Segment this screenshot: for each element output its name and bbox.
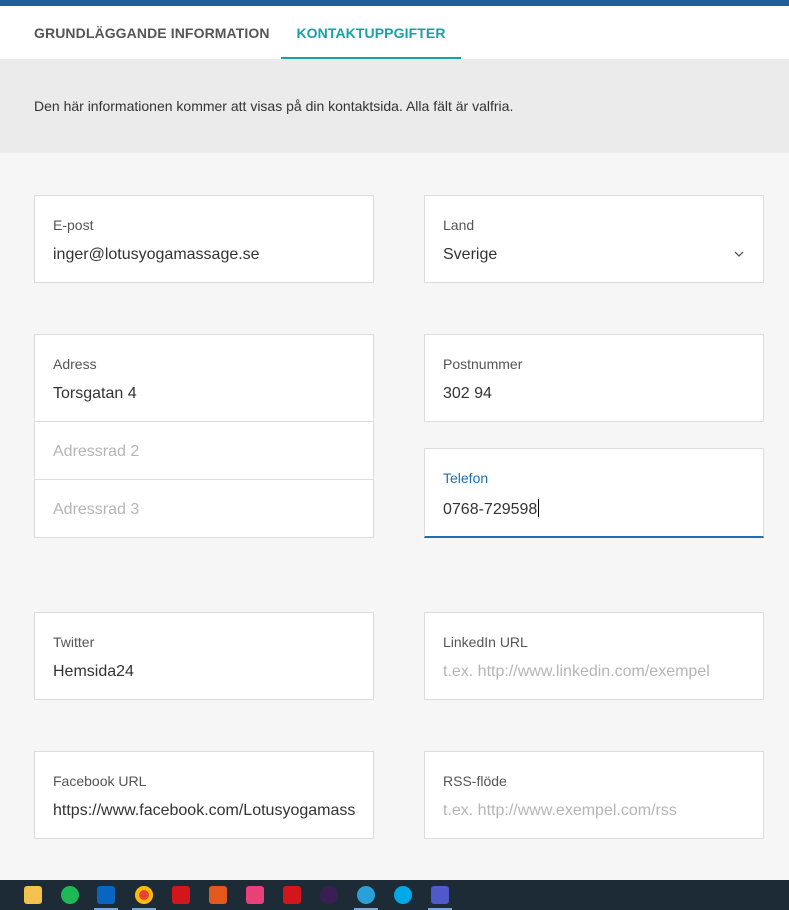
postal-code-field[interactable]: Postnummer 302 94 [424,334,764,422]
address-field[interactable]: Adress Torsgatan 4 [34,334,374,422]
creative-cloud-icon[interactable] [246,886,264,904]
phone-value-wrap[interactable]: 0768-729598 [443,499,745,519]
linkedin-field[interactable]: LinkedIn URL t.ex. http://www.linkedin.c… [424,612,764,700]
chevron-down-icon[interactable] [733,248,745,260]
address-label: Adress [53,356,97,372]
rss-field[interactable]: RSS-flöde t.ex. http://www.exempel.com/r… [424,751,764,839]
facebook-value[interactable]: https://www.facebook.com/Lotusyogamassag… [53,802,355,820]
text-caret [538,499,540,517]
twitter-label: Twitter [53,634,95,650]
tab-basic-info[interactable]: GRUNDLÄGGANDE INFORMATION [34,6,270,59]
email-field[interactable]: E-post inger@lotusyogamassage.se [34,195,374,283]
office-icon[interactable] [209,886,227,904]
twitter-value[interactable]: Hemsida24 [53,663,355,681]
rss-label: RSS-flöde [443,773,507,789]
teams-icon[interactable] [431,886,449,904]
phone-label: Telefon [443,470,489,486]
spotify-icon[interactable] [61,886,79,904]
phone-value[interactable]: 0768-729598 [443,501,537,518]
chrome-icon[interactable] [135,886,153,904]
country-select[interactable]: Land Sverige [424,195,764,283]
acrobat-reader-icon[interactable] [283,886,301,904]
address-line2-placeholder: Adressrad 2 [53,443,140,460]
email-label: E-post [53,217,94,233]
skype-icon[interactable] [394,886,412,904]
tab-bar: GRUNDLÄGGANDE INFORMATION KONTAKTUPPGIFT… [0,6,789,59]
linkedin-label: LinkedIn URL [443,634,528,650]
address-line3-field[interactable]: Adressrad 3 [34,480,374,538]
twitter-field[interactable]: Twitter Hemsida24 [34,612,374,700]
outlook-icon[interactable] [97,886,115,904]
rss-placeholder[interactable]: t.ex. http://www.exempel.com/rss [443,802,745,820]
postal-code-label: Postnummer [443,356,523,372]
email-value[interactable]: inger@lotusyogamassage.se [53,246,355,264]
info-banner: Den här informationen kommer att visas p… [0,59,789,153]
address-value[interactable]: Torsgatan 4 [53,385,355,403]
address-line3-placeholder: Adressrad 3 [53,501,140,518]
windows-taskbar [0,880,789,910]
country-value[interactable]: Sverige [443,246,745,264]
facebook-field[interactable]: Facebook URL https://www.facebook.com/Lo… [34,751,374,839]
audition-icon[interactable] [320,886,338,904]
phone-field[interactable]: Telefon 0768-729598 [424,448,764,538]
edge-icon[interactable] [357,886,375,904]
linkedin-placeholder[interactable]: t.ex. http://www.linkedin.com/exempel [443,663,745,681]
facebook-label: Facebook URL [53,773,147,789]
postal-code-value[interactable]: 302 94 [443,385,745,403]
tab-contact-info[interactable]: KONTAKTUPPGIFTER [281,6,461,59]
acrobat-icon[interactable] [172,886,190,904]
file-explorer-icon[interactable] [24,886,42,904]
address-line2-field[interactable]: Adressrad 2 [34,422,374,480]
info-text: Den här informationen kommer att visas p… [34,98,514,114]
country-label: Land [443,217,475,233]
